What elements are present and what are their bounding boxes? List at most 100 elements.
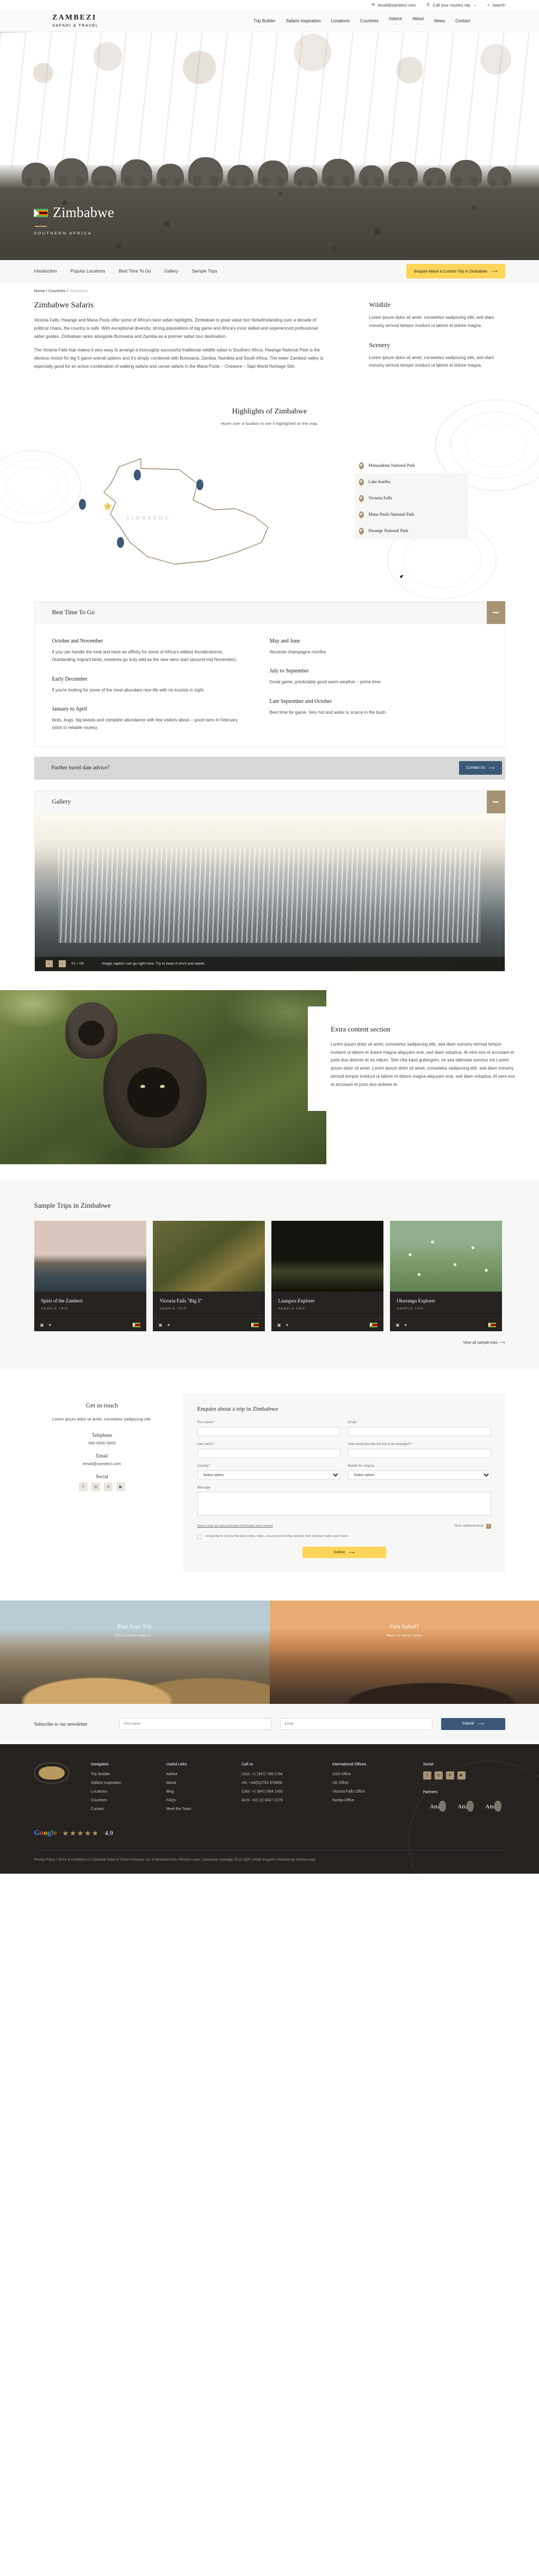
atta-logo-3[interactable]: Atta — [479, 1800, 503, 1814]
camera-icon[interactable]: ▣ — [396, 1323, 400, 1327]
footer-phone-uk[interactable]: UK: +44(0)1752 878858 — [241, 1781, 314, 1785]
footer-logo[interactable] — [34, 1762, 91, 1816]
camera-icon[interactable]: ▣ — [159, 1323, 163, 1327]
newsletter-first-name-input[interactable] — [119, 1718, 271, 1730]
view-all-sample-trips-link[interactable]: View all sample trips ⟶ — [34, 1340, 505, 1345]
footer-link-about[interactable]: About — [166, 1781, 224, 1785]
twitter-icon[interactable]: ✕ — [445, 1771, 454, 1780]
newsletter-submit-button[interactable]: Submit ⟶ — [441, 1718, 505, 1730]
facebook-icon[interactable]: f — [79, 1482, 88, 1492]
utility-email[interactable]: ✉ email@zambezi.com — [371, 3, 416, 8]
heart-icon[interactable]: ♥ — [49, 1323, 51, 1327]
instagram-icon[interactable]: ◎ — [91, 1482, 100, 1492]
location-item-matusadona-national-park[interactable]: Matusadona National Park — [354, 458, 468, 474]
instagram-icon[interactable]: ◎ — [434, 1771, 443, 1780]
first-name-input[interactable] — [197, 1426, 340, 1436]
trip-card-luangwa-explorer[interactable]: Luangwa Explorer SAMPLE TRIP ▣ ♥ — [271, 1220, 383, 1331]
nav-item-news[interactable]: News — [434, 18, 445, 23]
map-marker-hwange[interactable] — [78, 498, 86, 510]
footer-link-locations[interactable]: Locations — [91, 1790, 148, 1794]
telephone-value[interactable]: 000 0000 0000 — [34, 1441, 170, 1445]
newsletter-email-input[interactable] — [280, 1718, 432, 1730]
subnav-item-best-time-to-go[interactable]: Best Time To Go — [119, 269, 151, 274]
collapse-toggle-button[interactable] — [486, 790, 505, 813]
utility-call-rep[interactable]: ✆ Call your country rep ⌄ — [426, 3, 476, 8]
heart-icon[interactable]: ♥ — [405, 1323, 407, 1327]
nav-item-trip-builder[interactable]: Trip Builder — [253, 18, 276, 23]
camera-icon[interactable]: ▣ — [40, 1323, 44, 1327]
location-item-mana-pools-national-park[interactable]: Mana Pools National Park — [354, 506, 468, 523]
zimbabwe-map[interactable]: ZIMBABWE — [34, 436, 344, 583]
last-name-input[interactable] — [197, 1448, 340, 1458]
email-input[interactable] — [348, 1426, 491, 1436]
email-value[interactable]: email@zambezi.com — [34, 1461, 170, 1466]
nav-item-contact[interactable]: Contact — [455, 18, 470, 23]
gallery-prev-button[interactable]: ‹ — [45, 960, 53, 968]
gallery-next-button[interactable]: › — [58, 960, 66, 968]
heart-icon[interactable]: ♥ — [286, 1323, 288, 1327]
message-textarea[interactable] — [197, 1491, 491, 1516]
footer-link-advice[interactable]: Advice — [166, 1772, 224, 1776]
location-item-hwange-national-park[interactable]: Hwange National Park — [354, 522, 468, 539]
footer-phone-aus[interactable]: AUS: +61 (2) 8417 2176 — [241, 1799, 314, 1802]
footer-link-faqs[interactable]: FAQs — [166, 1799, 224, 1802]
utility-search[interactable]: ⌕ Search — [487, 3, 505, 8]
nav-item-safaris-inspiration[interactable]: Safaris Inspiration — [286, 18, 321, 23]
additional-fields-toggle[interactable]: Show additional fields + — [454, 1523, 491, 1529]
atta-logo-2[interactable]: Atta — [451, 1800, 475, 1814]
promo-tile-plan-your-trip[interactable]: Plan Your Trip With Excellent Value & … — [0, 1600, 270, 1704]
enquire-custom-trip-button[interactable]: Enquire About a Custom Trip in Zimbabwe … — [406, 263, 505, 279]
youtube-icon[interactable]: ▶ — [457, 1771, 466, 1780]
facebook-icon[interactable]: f — [423, 1771, 431, 1780]
adult-gorilla — [103, 1033, 207, 1148]
footer-office-usa[interactable]: USA Office — [332, 1772, 405, 1776]
breadcrumb-home[interactable]: Home — [34, 288, 45, 293]
get-in-touch-blurb: Lorem ipsum dolor sit amet, consetetur s… — [52, 1416, 152, 1422]
footer-link-contact[interactable]: Contact — [91, 1807, 148, 1811]
map-marker-matusadona[interactable] — [133, 469, 141, 480]
consent-checkbox[interactable] — [197, 1534, 202, 1539]
breadcrumb-countries[interactable]: Countries — [48, 288, 66, 293]
footer-office-kariba[interactable]: Kariba Office — [332, 1799, 405, 1802]
how-hear-input[interactable] — [348, 1448, 491, 1458]
promo-tile-first-safari[interactable]: First Safari? Read our advice guide — [269, 1600, 539, 1704]
nav-item-advice[interactable]: Advice ⌄ — [389, 16, 402, 26]
nav-item-locations[interactable]: Locations — [331, 18, 350, 23]
atta-logo-1[interactable]: Atta — [423, 1800, 447, 1814]
footer-link-safaris-inspiration[interactable]: Safaris Inspiration — [91, 1781, 148, 1785]
camera-icon[interactable]: ▣ — [277, 1323, 281, 1327]
site-logo[interactable]: ZAMBEZI SAFARI & TRAVEL — [52, 14, 117, 28]
country-select[interactable]: Select option — [197, 1470, 340, 1480]
footer-office-victoria-falls[interactable]: Victoria Falls Office — [332, 1790, 405, 1794]
subnav-item-sample-trips[interactable]: Sample Trips — [192, 269, 218, 274]
subnav-item-introduction[interactable]: Introduction — [34, 269, 57, 274]
nav-item-about[interactable]: About ⌄ — [412, 16, 424, 26]
heart-icon[interactable]: ♥ — [168, 1323, 170, 1327]
twitter-icon[interactable]: ✕ — [104, 1482, 113, 1492]
traveller-select[interactable]: Select option — [348, 1470, 491, 1480]
map-marker-mana-pools[interactable] — [116, 536, 124, 548]
footer-office-uk[interactable]: UK Office — [332, 1781, 405, 1785]
nav-item-countries[interactable]: Countries — [360, 18, 379, 23]
map-marker-lake-kariba[interactable] — [196, 479, 203, 490]
location-item-victoria-falls[interactable]: Victoria Falls — [354, 490, 468, 506]
trip-card-spirit-of-the-zambezi[interactable]: Spirit of the Zambezi SAMPLE TRIP ▣ ♥ — [34, 1220, 146, 1331]
trip-card-okavango-explorer[interactable]: Okavango Explorer SAMPLE TRIP ▣ ♥ — [389, 1220, 502, 1331]
footer-link-countries[interactable]: Countries — [91, 1799, 148, 1802]
youtube-icon[interactable]: ▶ — [116, 1482, 125, 1492]
footer-link-meet-the-team[interactable]: Meet the Team — [166, 1807, 224, 1811]
privacy-link[interactable]: How to help our data protection informat… — [197, 1524, 273, 1528]
subnav-item-gallery[interactable]: Gallery — [164, 269, 178, 274]
consent-row[interactable]: I would like to receive the latest news,… — [197, 1534, 491, 1539]
location-item-lake-kariba[interactable]: Lake Kariba — [354, 473, 468, 490]
footer-link-blog[interactable]: Blog — [166, 1790, 224, 1794]
trip-card-victoria-falls-big-5[interactable]: Victoria Falls "Big 5" SAMPLE TRIP ▣ ♥ — [152, 1220, 265, 1331]
footer-phone-usa[interactable]: USA: +1 (347) 708 1794 — [241, 1772, 314, 1776]
enquiry-submit-button[interactable]: Submit ⟶ — [302, 1546, 386, 1558]
gallery-slideshow[interactable]: ‹ › 01 / 08 Image caption can go right h… — [34, 813, 505, 971]
contact-us-button[interactable]: Contact Us ⟶ — [459, 761, 502, 775]
footer-phone-can[interactable]: CAN: +1 (647) 694 1402 — [241, 1790, 314, 1794]
subnav-item-popular-locations[interactable]: Popular Locations — [70, 269, 105, 274]
footer-link-trip-builder[interactable]: Trip Builder — [91, 1772, 148, 1776]
collapse-toggle-button[interactable] — [486, 601, 505, 624]
